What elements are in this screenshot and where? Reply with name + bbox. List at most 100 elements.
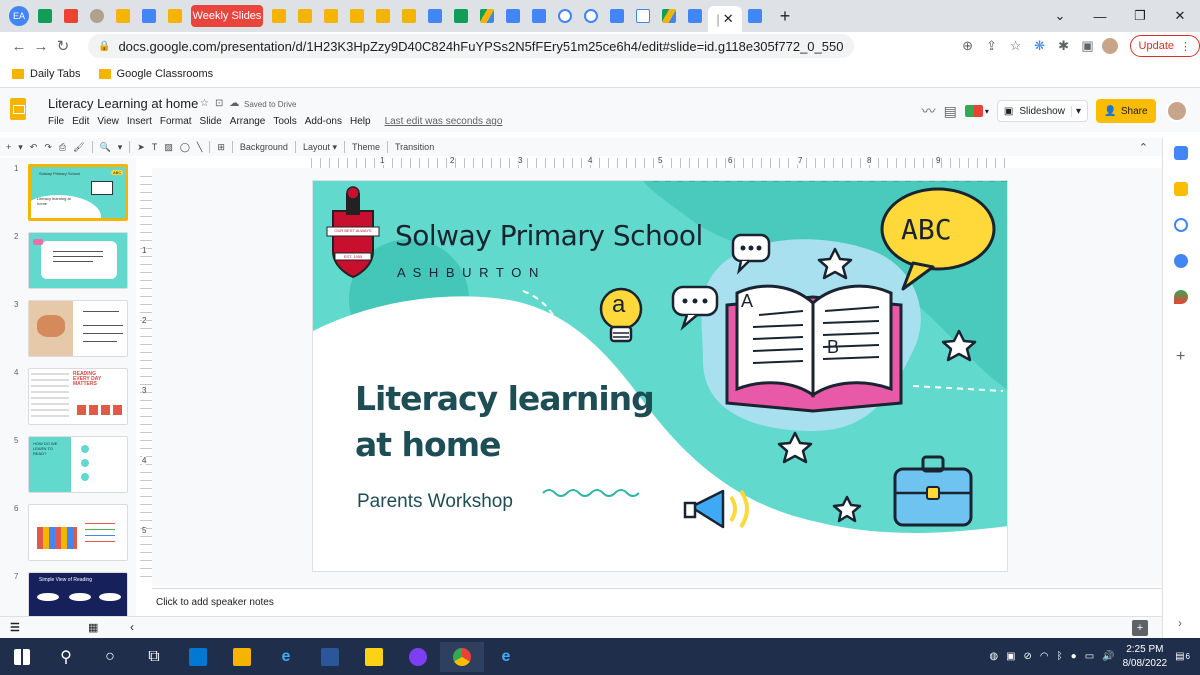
update-button[interactable]: Update ⋮ [1129, 35, 1200, 57]
new-slide-dropdown-icon[interactable]: ▾ [18, 142, 23, 153]
menu-view[interactable]: View [97, 116, 119, 127]
calendar-icon[interactable] [1174, 146, 1188, 160]
tab-slides-icon[interactable] [268, 5, 290, 27]
bookmark-daily-tabs[interactable]: Daily Tabs [12, 68, 81, 80]
share-page-icon[interactable]: ⇪ [982, 38, 1002, 54]
search-icon[interactable]: ⚲ [44, 642, 88, 672]
tab-clock-icon[interactable] [580, 5, 602, 27]
minimize-icon[interactable]: — [1080, 9, 1120, 24]
maps-icon[interactable] [1174, 290, 1188, 304]
tray-network-off-icon[interactable]: ⊘ [1024, 651, 1032, 662]
new-tab-icon[interactable]: + [774, 5, 796, 27]
tab-docs-icon[interactable] [684, 5, 706, 27]
tab-current[interactable]: | ✕ [708, 6, 742, 32]
slides-logo-icon[interactable] [10, 98, 26, 120]
tab-slides-icon[interactable] [320, 5, 342, 27]
extensions-puzzle-icon[interactable]: ✱ [1054, 38, 1074, 54]
bookmark-star-icon[interactable]: ☆ [1006, 38, 1026, 54]
expand-panel-icon[interactable]: › [1178, 616, 1182, 630]
slideshow-button[interactable]: ▣ Slideshow ▾ [996, 100, 1088, 122]
sticky-notes-icon[interactable] [352, 642, 396, 672]
file-explorer-icon[interactable] [220, 642, 264, 672]
collapse-toolbar-icon[interactable]: ⌃ [1139, 141, 1148, 154]
menu-tools[interactable]: Tools [273, 116, 296, 127]
tray-app-icon[interactable]: ◍ [989, 651, 998, 662]
tab-slides-icon[interactable] [372, 5, 394, 27]
windows-start-icon[interactable] [0, 642, 44, 672]
tab-docs-icon[interactable] [528, 5, 550, 27]
tab-classroom-icon[interactable] [450, 5, 472, 27]
bookmark-google-classrooms[interactable]: Google Classrooms [98, 68, 213, 80]
battery-icon[interactable]: ▭ [1085, 651, 1094, 662]
explore-icon[interactable]: + [1132, 620, 1148, 636]
tab-weekly-slides[interactable]: Weekly Slides [191, 5, 263, 27]
slide-thumbnail-3[interactable] [28, 300, 128, 357]
sidepanel-icon[interactable]: ▣ [1078, 38, 1098, 54]
tray-outlook-icon[interactable]: ▣ [1006, 651, 1015, 662]
mic-icon[interactable]: ● [1071, 651, 1077, 662]
tab-classroom-icon[interactable] [34, 5, 56, 27]
zoom-icon[interactable]: ⊕ [958, 38, 978, 54]
last-edit-link[interactable]: Last edit was seconds ago [385, 116, 503, 127]
add-addon-icon[interactable]: + [1176, 348, 1185, 366]
collapse-panel-icon[interactable]: ‹ [130, 620, 134, 634]
slide-thumbnail-6[interactable] [28, 504, 128, 561]
print-icon[interactable]: ⎙ [59, 142, 66, 153]
app-icon[interactable] [396, 642, 440, 672]
close-tab-icon[interactable]: ✕ [723, 11, 734, 27]
slide-thumbnail-4[interactable]: READING EVERY DAY MATTERS [28, 368, 128, 425]
keep-icon[interactable] [1174, 182, 1188, 196]
tab-slides-icon[interactable] [294, 5, 316, 27]
tab-search-chevron-icon[interactable]: ⌄ [1040, 8, 1080, 24]
comments-icon[interactable]: ▤ [944, 103, 957, 120]
activity-trend-icon[interactable]: 〰 [922, 101, 936, 121]
menu-edit[interactable]: Edit [72, 116, 89, 127]
reload-icon[interactable]: ↻ [52, 37, 74, 55]
tab-slides-icon[interactable] [164, 5, 186, 27]
shape-icon[interactable]: ◯ [180, 142, 190, 153]
task-view-icon[interactable]: ⧉ [132, 642, 176, 672]
tab-docs-icon[interactable] [744, 5, 766, 27]
dropdown-icon[interactable]: ▾ [1070, 105, 1081, 117]
paint-format-icon[interactable]: 🖌 [73, 142, 84, 153]
tab-calendar-icon[interactable] [60, 5, 82, 27]
tab-avatar-icon[interactable] [86, 5, 108, 27]
edge-icon[interactable]: e [264, 642, 308, 672]
tab-docs-icon[interactable] [502, 5, 524, 27]
tab-slides-icon[interactable] [346, 5, 368, 27]
tab-docs-icon[interactable] [138, 5, 160, 27]
profile-badge[interactable]: EA [8, 5, 30, 27]
move-folder-icon[interactable]: ⊡ [215, 98, 223, 109]
grid-view-icon[interactable]: ▦ [88, 621, 98, 634]
text-box-icon[interactable]: T [152, 142, 158, 152]
tab-slides-icon[interactable] [398, 5, 420, 27]
transition-button[interactable]: Transition [395, 142, 434, 152]
current-slide[interactable]: Solway Primary School A S H B U R T O N … [312, 180, 1008, 572]
volume-icon[interactable]: 🔊 [1102, 651, 1114, 662]
chrome-icon[interactable] [440, 641, 484, 672]
tab-docs-icon[interactable] [424, 5, 446, 27]
speaker-notes-pane[interactable] [152, 588, 1162, 618]
comment-add-icon[interactable]: ⊞ [217, 142, 225, 153]
cortana-icon[interactable]: ○ [88, 642, 132, 672]
tab-docs-icon[interactable] [606, 5, 628, 27]
zoom-dropdown-icon[interactable]: ▾ [118, 142, 123, 153]
restore-icon[interactable]: ❐ [1120, 8, 1160, 24]
zoom-icon[interactable]: 🔍 [100, 142, 111, 153]
ie-icon[interactable]: e [484, 642, 528, 672]
notification-center-icon[interactable]: ▤ 6 [1175, 651, 1190, 662]
theme-button[interactable]: Theme [352, 142, 380, 152]
redo-icon[interactable]: ↷ [44, 142, 52, 153]
menu-file[interactable]: File [48, 116, 64, 127]
tab-slides-icon[interactable] [112, 5, 134, 27]
word-icon[interactable] [308, 642, 352, 672]
slide-thumbnail-5[interactable]: HOW DO WE LEARN TO READ? [28, 436, 128, 493]
share-button[interactable]: 👤 Share [1096, 99, 1156, 123]
document-title[interactable]: Literacy Learning at home [48, 96, 198, 111]
back-icon[interactable]: ← [8, 38, 30, 55]
menu-slide[interactable]: Slide [200, 116, 222, 127]
tab-drive-icon[interactable] [658, 5, 680, 27]
tasks-icon[interactable] [1174, 218, 1188, 232]
menu-insert[interactable]: Insert [127, 116, 152, 127]
address-bar[interactable]: 🔒 docs.google.com/presentation/d/1H23K3H… [88, 34, 854, 58]
